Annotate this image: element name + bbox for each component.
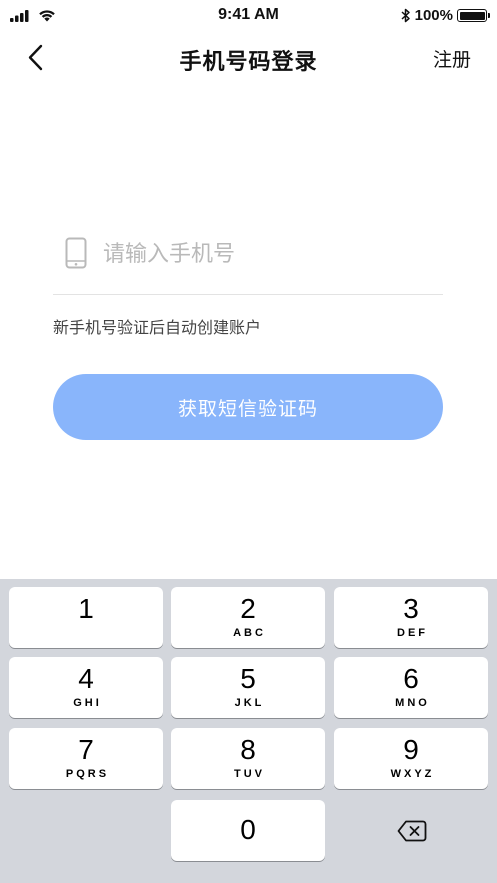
key-2[interactable]: 2 ABC (171, 587, 325, 648)
key-letters: GHI (73, 697, 102, 709)
key-digit: 2 (240, 593, 256, 624)
key-6[interactable]: 6 MNO (334, 657, 488, 718)
key-3[interactable]: 3 DEF (334, 587, 488, 648)
key-digit: 6 (403, 663, 419, 694)
key-9[interactable]: 9 WXYZ (334, 728, 488, 789)
key-digit: 4 (78, 663, 94, 694)
key-1[interactable]: 1 (9, 587, 163, 648)
key-8[interactable]: 8 TUV (171, 728, 325, 789)
key-digit: 5 (240, 663, 256, 694)
battery-cap (488, 13, 490, 18)
status-bar: 9:41 AM 100% (0, 0, 497, 32)
key-digit: 8 (240, 734, 256, 765)
nav-bar: 手机号码登录 注册 (0, 32, 497, 84)
bluetooth-icon (401, 8, 410, 23)
hint-text: 新手机号验证后自动创建账户 (53, 320, 262, 337)
key-letters: TUV (234, 768, 265, 780)
key-digit: 1 (78, 593, 94, 624)
numeric-keypad: 1 2 ABC 3 DEF 4 GHI 5 JKL 6 MNO 7 PQRS 8… (0, 579, 497, 883)
register-link[interactable]: 注册 (433, 45, 471, 72)
mobile-phone-icon (65, 237, 87, 269)
key-digit: 7 (78, 734, 94, 765)
backspace-icon (397, 820, 427, 842)
battery-fill (459, 11, 485, 20)
key-letters: MNO (395, 697, 430, 709)
phone-input[interactable] (103, 234, 433, 274)
status-right: 100% (401, 7, 490, 24)
battery-percentage: 100% (414, 7, 453, 24)
key-letters: JKL (234, 697, 265, 709)
key-letters: PQRS (65, 768, 110, 780)
delete-key[interactable] (334, 801, 488, 862)
key-0[interactable]: 0 (171, 800, 325, 861)
phone-input-row (53, 228, 443, 295)
key-digit: 3 (403, 593, 419, 624)
key-digit: 9 (403, 734, 419, 765)
key-letters: WXYZ (390, 768, 435, 780)
key-4[interactable]: 4 GHI (9, 657, 163, 718)
key-7[interactable]: 7 PQRS (9, 728, 163, 789)
key-letters: ABC (233, 627, 266, 639)
battery-icon (457, 9, 490, 22)
get-sms-code-button[interactable]: 获取短信验证码 (53, 374, 443, 440)
page-title: 手机号码登录 (179, 49, 318, 74)
key-letters: DEF (397, 627, 428, 639)
key-digit: 0 (240, 814, 256, 845)
key-5[interactable]: 5 JKL (171, 657, 325, 718)
